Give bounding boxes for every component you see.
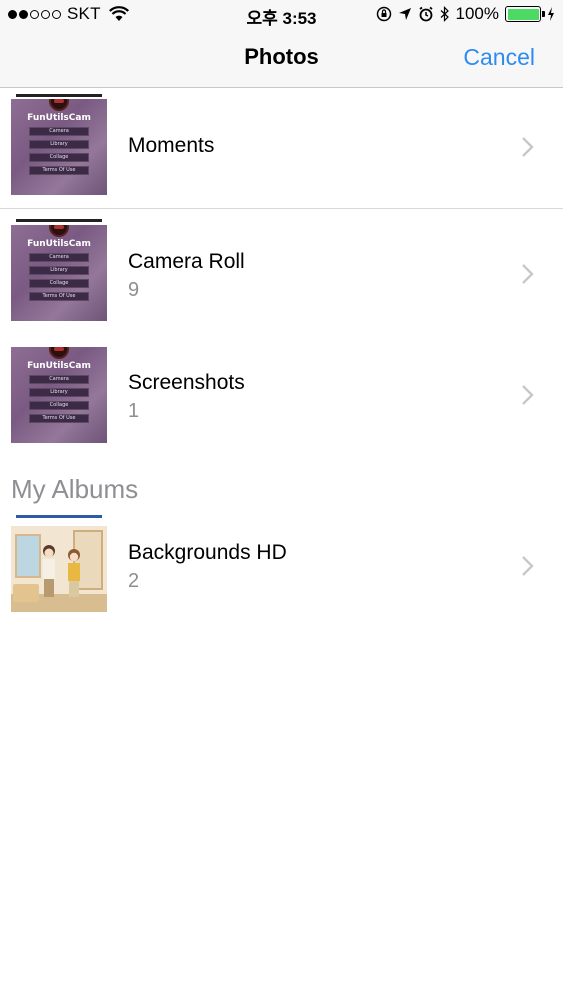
- battery-percent: 100%: [455, 4, 499, 23]
- album-title: Screenshots: [128, 371, 245, 394]
- chevron-right-icon: [522, 264, 534, 284]
- album-thumbnail: FunUtilsCam Camera Library Collage Terms…: [11, 99, 107, 195]
- album-thumbnail: FunUtilsCam Camera Library Collage Terms…: [11, 347, 107, 443]
- battery-icon: [505, 6, 545, 22]
- album-count: 1: [128, 400, 140, 422]
- status-right: 100%: [376, 4, 555, 24]
- location-icon: [398, 8, 411, 20]
- bluetooth-icon: [440, 6, 449, 22]
- album-count: 2: [128, 570, 140, 592]
- thumbnail-stack-edge: [16, 94, 102, 97]
- status-bar: SKT 오후 3:53 100%: [0, 0, 563, 30]
- album-title: Backgrounds HD: [128, 541, 287, 564]
- charging-icon: [548, 7, 554, 21]
- album-row-screenshots[interactable]: FunUtilsCam Camera Library Collage Terms…: [0, 334, 563, 452]
- navigation-bar: Photos Cancel: [0, 30, 563, 88]
- album-title: Camera Roll: [128, 250, 245, 273]
- section-divider: [0, 208, 563, 209]
- album-row-camera-roll[interactable]: FunUtilsCam Camera Library Collage Terms…: [0, 212, 563, 332]
- album-title: Moments: [128, 134, 215, 157]
- orientation-lock-icon: [376, 6, 391, 22]
- album-thumbnail: FunUtilsCam Camera Library Collage Terms…: [11, 225, 107, 321]
- chevron-right-icon: [522, 137, 534, 157]
- section-header-my-albums: My Albums: [11, 474, 139, 504]
- album-row-backgrounds-hd[interactable]: Backgrounds HD 2: [0, 512, 563, 622]
- album-count: 9: [128, 279, 140, 301]
- chevron-right-icon: [522, 556, 534, 576]
- album-row-moments[interactable]: FunUtilsCam Camera Library Collage Terms…: [0, 89, 563, 207]
- cancel-button[interactable]: Cancel: [463, 44, 535, 71]
- thumbnail-stack-edge: [16, 219, 102, 222]
- chevron-right-icon: [522, 385, 534, 405]
- alarm-icon: [418, 6, 433, 22]
- thumbnail-stack-edge: [16, 515, 102, 518]
- album-thumbnail: [11, 526, 107, 612]
